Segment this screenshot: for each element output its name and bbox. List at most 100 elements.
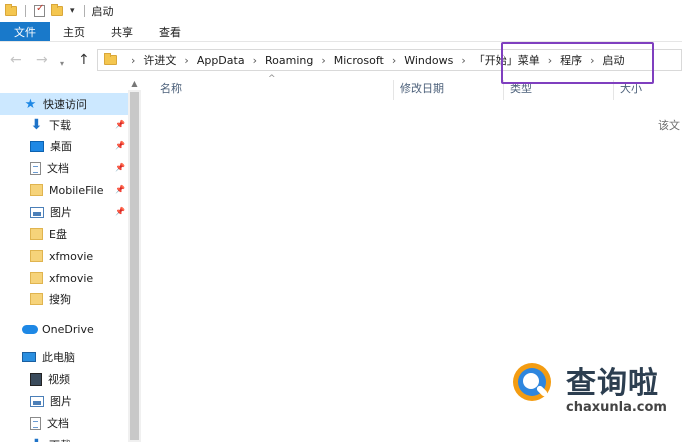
address-bar[interactable]: › 许进文 › AppData › Roaming › Microsoft › … (97, 49, 682, 71)
chevron-right-icon[interactable]: › (584, 54, 600, 67)
navigation-bar: ← → ▾ ↑ › 许进文 › AppData › Roaming › Micr… (0, 44, 682, 76)
folder-icon (104, 53, 117, 65)
star-icon: ★ (24, 96, 37, 112)
pin-icon[interactable]: 📌 (115, 115, 125, 135)
forward-arrow-icon[interactable]: → (36, 52, 48, 68)
customize-toolbar-dropdown-icon[interactable]: ▾ (70, 6, 75, 16)
breadcrumb-appdata[interactable]: AppData (195, 54, 247, 67)
scroll-up-arrow-icon[interactable]: ▲ (128, 78, 141, 90)
tab-view[interactable]: 查看 (146, 22, 194, 41)
toolbar-divider (25, 5, 26, 17)
sidebar-item-videos[interactable]: 视频 (30, 369, 70, 389)
tab-home[interactable]: 主页 (50, 22, 98, 41)
sidebar-item-label: MobileFile (49, 183, 104, 197)
watermark-name: 查询啦 (566, 366, 659, 401)
empty-folder-message: 该文 (658, 119, 680, 132)
sidebar-item-quick-access[interactable]: ★ 快速访问 (24, 94, 87, 114)
breadcrumb-windows[interactable]: Windows (402, 54, 455, 67)
up-arrow-icon[interactable]: ↑ (78, 52, 90, 68)
sidebar-item-documents[interactable]: 文档 (30, 158, 69, 178)
sidebar-item-pc-documents[interactable]: 文档 (30, 413, 69, 433)
column-header-date-modified[interactable]: 修改日期 (400, 78, 444, 100)
title-bar: ▾ 启动 (0, 0, 682, 22)
sidebar-item-this-pc[interactable]: 此电脑 (22, 347, 75, 367)
watermark-url: chaxunla.com (566, 400, 667, 415)
sidebar-item-e-drive[interactable]: E盘 (30, 224, 67, 244)
sidebar-item-sogou[interactable]: 搜狗 (30, 289, 71, 309)
sort-ascending-icon: ^ (268, 74, 276, 84)
folder-icon (30, 272, 43, 284)
breadcrumb-microsoft[interactable]: Microsoft (332, 54, 386, 67)
sidebar-item-pictures[interactable]: 图片 (30, 202, 72, 222)
computer-icon (22, 352, 36, 362)
chevron-right-icon[interactable]: › (386, 54, 402, 67)
sidebar-item-label: 桌面 (50, 140, 72, 153)
sidebar-item-desktop[interactable]: 桌面 (30, 136, 72, 156)
pictures-icon (30, 206, 44, 218)
column-divider[interactable] (503, 80, 504, 100)
chevron-right-icon[interactable]: › (247, 54, 263, 67)
sidebar-item-label: 快速访问 (43, 98, 87, 111)
cloud-icon (22, 324, 38, 334)
pin-icon[interactable]: 📌 (115, 136, 125, 156)
chevron-right-icon[interactable]: › (178, 54, 194, 67)
quick-access-toolbar: ▾ (0, 0, 90, 22)
folder-icon (30, 250, 43, 262)
breadcrumb-startup[interactable]: 启动 (601, 52, 627, 68)
download-icon: ⬇ (30, 438, 43, 442)
column-header-type[interactable]: 类型 (510, 78, 532, 100)
folder-icon (30, 184, 43, 196)
column-divider[interactable] (393, 80, 394, 100)
sidebar-item-label: xfmovie (49, 249, 94, 263)
chevron-right-icon[interactable]: › (455, 54, 471, 67)
sidebar-item-label: OneDrive (42, 322, 94, 336)
sidebar-item-label: 视频 (48, 373, 70, 386)
sidebar-item-downloads[interactable]: ⬇ 下载 (30, 115, 71, 135)
breadcrumb-roaming[interactable]: Roaming (263, 54, 315, 67)
chevron-right-icon[interactable]: › (542, 54, 558, 67)
pin-icon[interactable]: 📌 (115, 158, 125, 178)
breadcrumb-programs[interactable]: 程序 (558, 52, 584, 68)
new-folder-icon[interactable] (51, 4, 63, 16)
sidebar-item-label: 图片 (50, 395, 72, 408)
sidebar-item-label: 文档 (47, 162, 69, 175)
sidebar-item-pc-pictures[interactable]: 图片 (30, 391, 72, 411)
back-arrow-icon[interactable]: ← (10, 52, 22, 68)
recent-locations-dropdown-icon[interactable]: ▾ (60, 56, 64, 72)
folder-icon (30, 293, 43, 305)
sidebar-item-label: 图片 (50, 206, 72, 219)
column-header-name[interactable]: 名称 (160, 78, 182, 100)
sidebar-item-label: E盘 (49, 228, 67, 241)
column-header-size[interactable]: 大小 (620, 78, 642, 100)
properties-icon[interactable] (34, 3, 45, 17)
folder-icon (30, 228, 43, 240)
breadcrumb-user[interactable]: 许进文 (141, 52, 178, 68)
column-divider[interactable] (613, 80, 614, 100)
sidebar-scrollbar-thumb[interactable] (130, 92, 139, 440)
sidebar-item-xfmovie[interactable]: xfmovie (30, 268, 93, 288)
sidebar-item-xfmovie[interactable]: xfmovie (30, 246, 93, 266)
pin-icon[interactable]: 📌 (115, 180, 125, 200)
sidebar-item-label: 下载 (49, 437, 71, 442)
sidebar-item-label: 文档 (47, 417, 69, 430)
navigation-pane: ★ 快速访问 ⬇ 下载 📌 桌面 📌 文档 📌 MobileFile 📌 图片 … (0, 78, 128, 442)
pin-icon[interactable]: 📌 (115, 202, 125, 222)
download-icon: ⬇ (30, 117, 43, 133)
pictures-icon (30, 395, 44, 407)
desktop-icon (30, 140, 44, 152)
sidebar-item-label: xfmovie (49, 271, 94, 285)
sidebar-item-label: 搜狗 (49, 293, 71, 306)
tab-share[interactable]: 共享 (98, 22, 146, 41)
watermark-logo-icon (513, 363, 551, 401)
chevron-right-icon[interactable]: › (125, 54, 141, 67)
sidebar-item-label: 此电脑 (42, 351, 75, 364)
document-icon (30, 161, 41, 175)
tab-file[interactable]: 文件 (0, 22, 50, 41)
breadcrumb-start-menu[interactable]: 「开始」菜单 (472, 52, 542, 68)
toolbar-divider (83, 5, 85, 17)
folder-icon[interactable] (5, 4, 17, 16)
sidebar-item-mobilefile[interactable]: MobileFile (30, 180, 104, 200)
sidebar-item-onedrive[interactable]: OneDrive (22, 319, 94, 339)
chevron-right-icon[interactable]: › (315, 54, 331, 67)
sidebar-item-pc-downloads[interactable]: ⬇ 下载 (30, 435, 71, 442)
